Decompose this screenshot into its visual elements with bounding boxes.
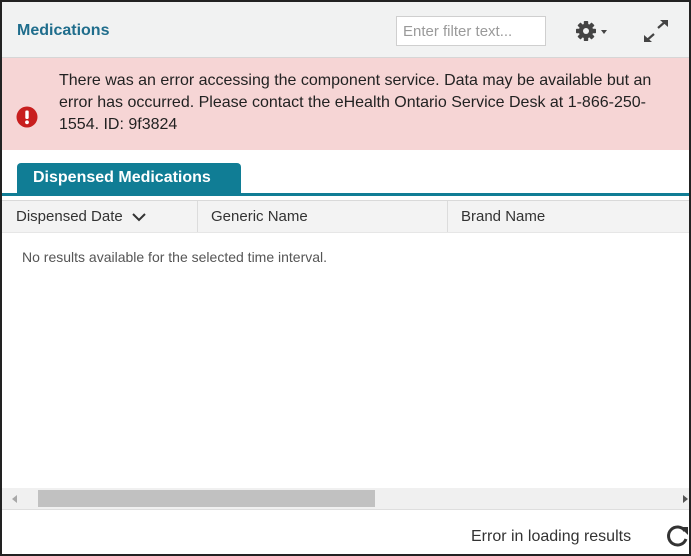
filter-input[interactable] xyxy=(396,16,546,46)
column-header-dispensed-date[interactable]: Dispensed Date xyxy=(2,201,198,232)
tab-bar: Dispensed Medications xyxy=(2,150,689,197)
panel-header: Medications xyxy=(2,2,689,58)
horizontal-scrollbar[interactable] xyxy=(2,488,689,509)
column-header-generic-name[interactable]: Generic Name xyxy=(198,201,448,232)
expand-icon xyxy=(644,20,668,42)
status-text: Error in loading results xyxy=(471,528,632,545)
settings-menu-button[interactable] xyxy=(574,18,610,44)
column-header-brand-name[interactable]: Brand Name xyxy=(448,201,689,232)
table-header: Dispensed Date Generic Name Brand Name xyxy=(2,200,689,233)
scroll-left-arrow-icon[interactable] xyxy=(10,494,20,504)
panel-title: Medications xyxy=(17,22,110,39)
error-message: There was an error accessing the compone… xyxy=(59,72,652,133)
scrollbar-thumb[interactable] xyxy=(38,490,375,507)
refresh-button[interactable] xyxy=(665,524,689,548)
scroll-right-arrow-icon[interactable] xyxy=(680,494,690,504)
gear-icon xyxy=(576,21,607,41)
error-alert: There was an error accessing the compone… xyxy=(2,58,689,151)
column-label: Dispensed Date xyxy=(16,208,123,225)
expand-button[interactable] xyxy=(642,18,670,44)
medications-panel: Medications Enter filter text... There w… xyxy=(0,0,691,556)
chevron-down-icon xyxy=(132,213,146,222)
empty-results-message: No results available for the selected ti… xyxy=(22,249,328,265)
column-label: Generic Name xyxy=(211,208,308,225)
panel-footer: Error in loading results xyxy=(2,509,689,554)
column-label: Brand Name xyxy=(461,208,546,225)
caret-down-icon xyxy=(601,30,607,34)
tab-underline xyxy=(2,193,689,196)
tab-dispensed-medications[interactable]: Dispensed Medications xyxy=(17,163,241,195)
refresh-icon xyxy=(667,525,688,547)
exclamation-circle-icon xyxy=(16,106,38,128)
